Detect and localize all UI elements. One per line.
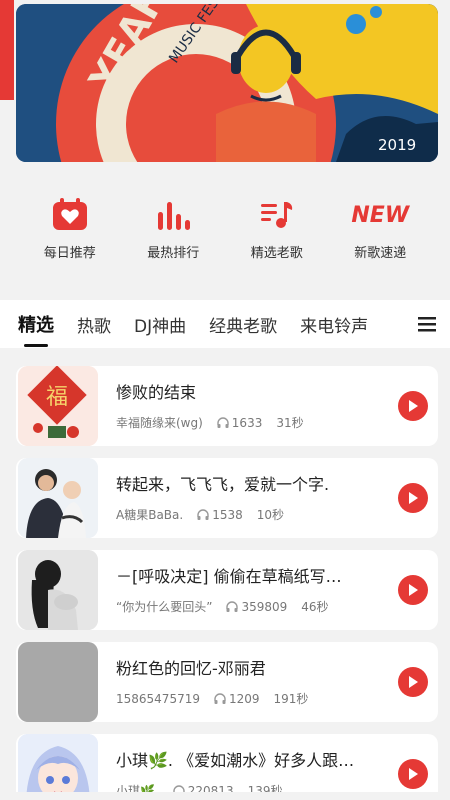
headphones-icon [214, 692, 226, 704]
song-title: 惨败的结束 [116, 383, 197, 402]
banner[interactable]: YEAH MUSIC FES 2019 [0, 0, 450, 175]
song-author: 幸福随缘来(wg) [116, 416, 203, 430]
song-thumbnail: 福 [18, 366, 98, 446]
banner-year: 2019 [378, 136, 416, 154]
song-plays: 1209 [228, 691, 260, 706]
song-thumbnail [18, 734, 98, 800]
song-thumbnail [18, 642, 98, 722]
song-thumbnail [18, 550, 98, 630]
quick-label: 每日推荐 [43, 246, 96, 261]
play-button[interactable] [398, 391, 428, 421]
song-duration: 31秒 [276, 416, 304, 430]
tab-dj[interactable]: DJ神曲 [134, 312, 186, 337]
play-button[interactable] [398, 575, 428, 605]
song-duration: 46秒 [301, 600, 329, 614]
song-plays: 359809 [241, 599, 288, 614]
new-badge-text: NEW [351, 202, 410, 228]
quick-daily-recommend[interactable]: 每日推荐 [25, 190, 115, 275]
song-author: A糖果BaBa. [116, 508, 184, 522]
thumb-fu-text: 福 [46, 385, 68, 410]
new-badge-icon: NEW [351, 196, 409, 234]
headphones-icon [217, 416, 229, 428]
song-duration: 191秒 [273, 692, 309, 706]
headphones-icon [197, 508, 209, 520]
song-meta: A糖果BaBa. 1538 10秒 [116, 506, 284, 523]
song-title: －[呼吸决定] 偷偷在草稿纸写… [116, 567, 342, 586]
quick-classic-songs[interactable]: 精选老歌 [232, 190, 322, 275]
quick-label: 最热排行 [147, 246, 200, 261]
quick-label: 新歌速递 [354, 246, 407, 261]
song-meta: 幸福随缘来(wg) 1633 31秒 [116, 414, 304, 431]
category-tabs: 精选 热歌 DJ神曲 经典老歌 来电铃声 [0, 300, 450, 348]
play-icon [409, 584, 418, 596]
song-thumbnail [18, 458, 98, 538]
song-card[interactable]: 转起来，飞飞飞，爱就一个字. A糖果BaBa. 1538 10秒 [16, 458, 438, 538]
tab-featured[interactable]: 精选 [18, 311, 54, 347]
tab-hot-songs[interactable]: 热歌 [77, 312, 111, 337]
tab-classic[interactable]: 经典老歌 [209, 312, 277, 337]
song-card[interactable]: 小琪🌿. 《爱如潮水》好多人跟… 小琪🌿. 220813 139秒 [16, 734, 438, 800]
song-title: 小琪🌿. 《爱如潮水》好多人跟… [116, 751, 355, 770]
bottom-edge [0, 792, 450, 800]
quick-new-songs[interactable]: NEW 新歌速递 [335, 190, 425, 275]
song-plays: 1538 [212, 507, 243, 522]
song-title: 粉红色的回忆-邓丽君 [116, 659, 266, 678]
song-title: 转起来，飞飞飞，爱就一个字. [116, 475, 330, 494]
quick-hot-ranking[interactable]: 最热排行 [128, 190, 218, 275]
play-icon [409, 768, 418, 780]
play-icon [409, 492, 418, 504]
song-author: “你为什么要回头” [116, 600, 213, 614]
song-duration: 10秒 [256, 508, 285, 522]
song-plays: 1633 [231, 415, 263, 430]
play-button[interactable] [398, 667, 428, 697]
play-icon [409, 400, 418, 412]
music-list-icon [254, 196, 300, 234]
song-card[interactable]: 粉红色的回忆-邓丽君 15865475719 1209 191秒 [16, 642, 438, 722]
tab-ringtones[interactable]: 来电铃声 [300, 312, 368, 337]
play-icon [409, 676, 418, 688]
song-meta: 15865475719 1209 191秒 [116, 690, 308, 707]
bar-chart-icon [150, 196, 196, 234]
play-button[interactable] [398, 483, 428, 513]
menu-icon[interactable] [418, 315, 436, 333]
banner-image[interactable]: YEAH MUSIC FES 2019 [16, 4, 438, 162]
quick-label: 精选老歌 [250, 246, 303, 261]
play-button[interactable] [398, 759, 428, 789]
song-author: 15865475719 [116, 691, 200, 706]
calendar-heart-icon [47, 196, 93, 234]
song-meta: “你为什么要回头” 359809 46秒 [116, 598, 329, 615]
song-card[interactable]: －[呼吸决定] 偷偷在草稿纸写… “你为什么要回头” 359809 46秒 [16, 550, 438, 630]
headphones-icon [226, 600, 239, 612]
song-card[interactable]: 福 惨败的结束 幸福随缘来(wg) 1633 31秒 [16, 366, 438, 446]
banner-edge-accent [0, 0, 14, 100]
quick-entries: 每日推荐 最热排行 精选老歌 NEW 新歌速递 [0, 190, 450, 275]
